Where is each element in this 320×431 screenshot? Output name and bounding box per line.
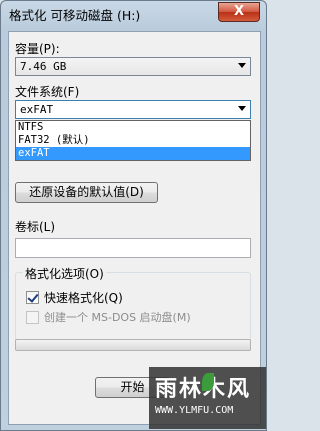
filesystem-option-fat32[interactable]: FAT32 (默认): [16, 134, 250, 147]
close-button[interactable]: X: [218, 2, 260, 22]
title-bar[interactable]: 格式化 可移动磁盘 (H:) X: [1, 1, 266, 27]
close-icon: X: [233, 4, 245, 19]
format-dialog-window: 格式化 可移动磁盘 (H:) X 容量(P): 7.46 GB 文件系统(F) …: [0, 0, 267, 431]
format-options-title: 格式化选项(O): [23, 265, 106, 282]
volume-label-label: 卷标(L): [15, 220, 56, 234]
watermark-url: WWW.YLMFU.COM: [155, 405, 234, 416]
volume-label-input[interactable]: [15, 238, 251, 258]
dialog-body: 容量(P): 7.46 GB 文件系统(F) exFAT NTFS FAT32 …: [8, 31, 261, 425]
watermark-logo: 雨林木风 WWW.YLMFU.COM: [149, 367, 266, 429]
filesystem-label: 文件系统(F): [15, 85, 80, 99]
capacity-label: 容量(P):: [15, 42, 60, 56]
window-title: 格式化 可移动磁盘 (H:): [9, 8, 141, 23]
capacity-select[interactable]: 7.46 GB: [15, 57, 251, 76]
msdos-startup-checkbox[interactable]: [26, 311, 39, 324]
format-options-group: 格式化选项(O) 快速格式化(Q) 创建一个 MS-DOS 启动盘(M): [15, 265, 251, 346]
leaf-icon: [202, 373, 214, 391]
msdos-startup-label: 创建一个 MS-DOS 启动盘(M): [44, 311, 191, 324]
chevron-down-icon: [238, 63, 246, 68]
quick-format-label: 快速格式化(Q): [44, 291, 123, 305]
restore-defaults-button[interactable]: 还原设备的默认值(D): [15, 182, 158, 203]
filesystem-select[interactable]: exFAT: [15, 100, 251, 119]
filesystem-option-exfat[interactable]: exFAT: [16, 147, 250, 160]
filesystem-dropdown-list: NTFS FAT32 (默认) exFAT: [15, 120, 251, 161]
filesystem-option-ntfs[interactable]: NTFS: [16, 121, 250, 134]
format-progress-bar: [15, 339, 251, 351]
capacity-value: 7.46 GB: [20, 60, 67, 73]
filesystem-value: exFAT: [20, 103, 54, 116]
chevron-down-icon: [238, 106, 246, 111]
quick-format-checkbox[interactable]: [26, 291, 39, 304]
